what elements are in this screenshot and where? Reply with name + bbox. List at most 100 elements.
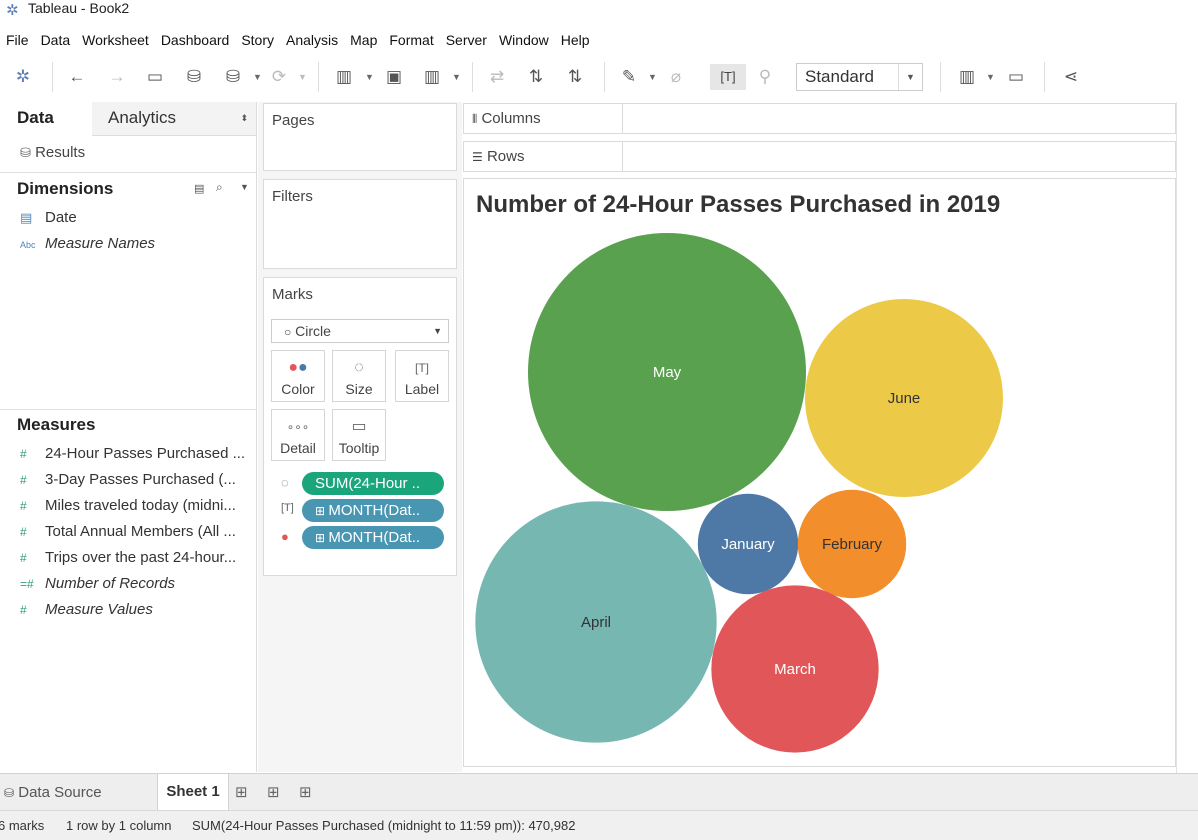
field-measure[interactable]: #24-Hour Passes Purchased ... xyxy=(20,445,248,462)
show-me-icon[interactable]: ▥ xyxy=(955,64,979,90)
tab-sheet-1[interactable]: Sheet 1 xyxy=(157,774,229,810)
sort-descending-icon[interactable]: ⇅ xyxy=(564,64,586,90)
field-measure-values[interactable]: # Measure Values xyxy=(20,601,248,618)
bubble-label: January xyxy=(721,536,775,553)
bubble-label: February xyxy=(822,536,883,553)
view-list-icon[interactable]: ▤ xyxy=(194,182,204,195)
pause-updates-icon[interactable]: ⛁ xyxy=(222,64,244,90)
menu-file[interactable]: File xyxy=(3,26,35,54)
fix-axes-icon[interactable]: ⚲ xyxy=(754,64,776,90)
status-dims: 1 row by 1 column xyxy=(66,818,172,833)
group-members-icon[interactable]: ⌀ xyxy=(665,64,687,90)
filters-card[interactable]: Filters xyxy=(263,179,457,269)
pages-card[interactable]: Pages xyxy=(263,103,457,171)
sort-ascending-icon[interactable]: ⇅ xyxy=(525,64,547,90)
menu-format[interactable]: Format xyxy=(386,26,439,54)
menu-story[interactable]: Story xyxy=(238,26,280,54)
field-measure[interactable]: # Trips over the past 24-hour... xyxy=(20,549,248,566)
menu-help[interactable]: Help xyxy=(558,26,596,54)
highlight-icon[interactable]: ✎ xyxy=(618,64,640,90)
swap-rows-columns-icon[interactable]: ⇄ xyxy=(486,64,508,90)
field-number-of-records[interactable]: =# Number of Records xyxy=(20,575,248,592)
viz-canvas[interactable]: Number of 24-Hour Passes Purchased in 20… xyxy=(463,178,1176,767)
data-pane: Data Analytics ⬍ ⛁ Results Dimensions ▤ … xyxy=(0,102,257,772)
bubble-label: June xyxy=(888,390,921,407)
abc-icon: Abc xyxy=(20,240,36,250)
label-icon: [T] xyxy=(281,502,294,514)
size-icon: ◌ xyxy=(281,475,289,490)
pill-label: MONTH(Dat.. xyxy=(328,529,421,546)
measure-icon: # xyxy=(20,499,27,513)
menu-map[interactable]: Map xyxy=(347,26,383,54)
redo-icon[interactable]: → xyxy=(106,64,128,90)
field-date[interactable]: ▤ Date xyxy=(20,209,248,226)
new-worksheet-icon[interactable]: ▥ xyxy=(332,64,356,90)
field-measure[interactable]: # Miles traveled today (midni... xyxy=(20,497,248,514)
tab-data[interactable]: Data xyxy=(0,102,92,136)
calculated-measure-icon: =# xyxy=(20,577,34,591)
duplicate-sheet-icon[interactable]: ▣ xyxy=(382,64,406,90)
menu-data[interactable]: Data xyxy=(38,26,77,54)
detail-label: Detail xyxy=(280,440,316,456)
datasource-results[interactable]: ⛁ Results xyxy=(20,144,85,161)
field-label: 3-Day Passes Purchased (... xyxy=(45,471,236,488)
new-worksheet-icon[interactable]: ⊞ xyxy=(235,783,248,801)
menu-analysis[interactable]: Analysis xyxy=(283,26,344,54)
menu-dashboard[interactable]: Dashboard xyxy=(158,26,236,54)
rows-shelf[interactable]: ☰ Rows xyxy=(463,141,1176,172)
show-mark-labels-icon[interactable]: [T] xyxy=(710,64,746,90)
color-label: Color xyxy=(281,381,315,397)
pill-label: MONTH(Dat.. xyxy=(328,502,421,519)
menu-window[interactable]: Window xyxy=(496,26,555,54)
bubble-chart[interactable]: May June January February April March xyxy=(464,179,1176,767)
label-icon: [T] xyxy=(415,361,429,375)
field-measure[interactable]: #3-Day Passes Purchased (... xyxy=(20,471,248,488)
expand-icon: ⊞ xyxy=(315,531,329,545)
menu-server[interactable]: Server xyxy=(443,26,493,54)
mark-type-select[interactable]: ○ Circle ▼ xyxy=(271,319,449,343)
tab-data-source[interactable]: ⛁ Data Source xyxy=(4,784,102,801)
marks-title: Marks xyxy=(272,286,313,303)
sheet-tab-bar: ⛁ Data Source Sheet 1 ⊞ ⊞ ⊞ xyxy=(0,773,1198,810)
dimensions-menu-icon[interactable]: ▼ xyxy=(240,182,249,192)
share-icon[interactable]: ⋖ xyxy=(1060,64,1082,90)
datasource-icon: ⛁ xyxy=(20,145,31,160)
tooltip-button[interactable]: ▭ Tooltip xyxy=(332,409,386,461)
refresh-icon[interactable]: ⟳ xyxy=(268,64,290,90)
new-dashboard-icon[interactable]: ⊞ xyxy=(267,783,280,801)
color-icon: ● xyxy=(281,529,289,544)
label-pill[interactable]: ⊞ MONTH(Dat.. xyxy=(302,499,444,522)
detail-button[interactable]: ∘∘∘ Detail xyxy=(271,409,325,461)
calendar-icon: ▤ xyxy=(20,210,33,225)
search-icon[interactable]: ⌕ xyxy=(216,180,223,195)
columns-shelf[interactable]: ⦀ Columns xyxy=(463,103,1176,134)
field-label: Miles traveled today (midni... xyxy=(45,497,236,514)
save-icon[interactable]: ▭ xyxy=(144,64,166,90)
new-datasource-icon[interactable]: ⛁ xyxy=(183,64,205,90)
field-measure[interactable]: # Total Annual Members (All ... xyxy=(20,523,248,540)
color-pill[interactable]: ⊞ MONTH(Dat.. xyxy=(302,526,444,549)
field-measure-names[interactable]: Abc Measure Names xyxy=(20,235,248,252)
datasource-label: Results xyxy=(35,144,86,161)
label-button[interactable]: [T] Label xyxy=(395,350,449,402)
status-sum: SUM(24-Hour Passes Purchased (midnight t… xyxy=(192,818,576,833)
window-title: Tableau - Book2 xyxy=(28,0,130,16)
clear-sheet-icon[interactable]: ▥ xyxy=(420,64,444,90)
columns-icon: ⦀ xyxy=(472,112,478,126)
tableau-home-icon[interactable]: ✲ xyxy=(12,64,34,90)
size-label: Size xyxy=(345,381,373,397)
size-button[interactable]: ◌ Size xyxy=(332,350,386,402)
menu-worksheet[interactable]: Worksheet xyxy=(79,26,155,54)
field-label: Measure Names xyxy=(45,235,156,252)
tab-analytics[interactable]: Analytics ⬍ xyxy=(92,102,256,136)
chevron-down-icon: ▼ xyxy=(898,64,922,90)
status-marks: 6 marks xyxy=(0,818,45,833)
size-pill[interactable]: SUM(24-Hour .. xyxy=(302,472,444,495)
measure-icon: # xyxy=(20,551,27,565)
fit-select[interactable]: Standard ▼ xyxy=(796,63,923,91)
undo-icon[interactable]: ← xyxy=(66,64,88,90)
new-story-icon[interactable]: ⊞ xyxy=(299,783,312,801)
measure-icon: # xyxy=(20,603,27,617)
presentation-mode-icon[interactable]: ▭ xyxy=(1004,64,1028,90)
color-button[interactable]: ●● Color xyxy=(271,350,325,402)
